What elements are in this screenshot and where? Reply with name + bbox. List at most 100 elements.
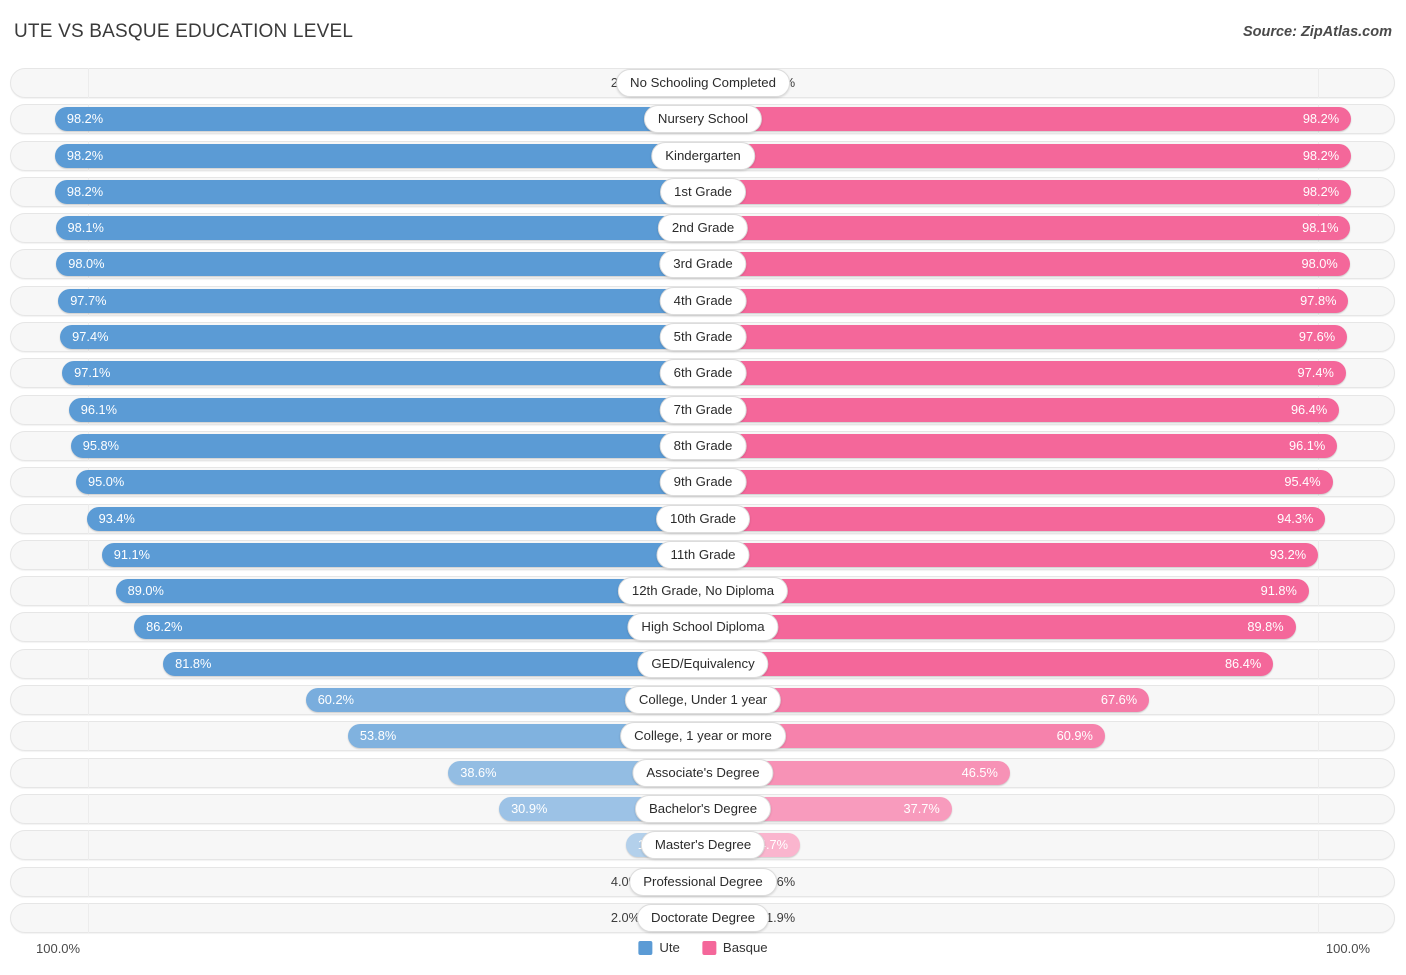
basque-value-label: 98.1% bbox=[1302, 220, 1339, 236]
basque-half: 98.1% bbox=[703, 216, 1396, 241]
basque-value-label: 86.4% bbox=[1224, 655, 1262, 671]
chart-page: UTE VS BASQUE EDUCATION LEVEL Source: Zi… bbox=[0, 0, 1406, 975]
ute-value-label: 98.0% bbox=[68, 256, 105, 272]
ute-bar: 98.2% bbox=[54, 107, 703, 132]
ute-value-label: 81.8% bbox=[175, 655, 212, 671]
bar-rows-container: 2.3%1.8%No Schooling Completed98.2%98.2%… bbox=[0, 68, 1406, 939]
basque-value-label: 94.3% bbox=[1277, 510, 1314, 526]
basque-half: 89.8% bbox=[703, 615, 1396, 640]
ute-half: 98.2% bbox=[10, 143, 703, 168]
bar-row: 97.7% 97.8% 4th Grade bbox=[0, 285, 1406, 316]
bar-row: 2.0% 1.9% Doctorate Degree bbox=[0, 902, 1406, 933]
ute-half: 97.7% bbox=[10, 288, 703, 313]
ute-value-label: 38.6% bbox=[460, 764, 497, 780]
ute-bar: 95.0% bbox=[76, 470, 703, 495]
bar-row: 53.8% 60.9% College, 1 year or more bbox=[0, 721, 1406, 752]
bar-row: 98.2% 98.2% 1st Grade bbox=[0, 176, 1406, 207]
ute-half: 11.7% bbox=[10, 833, 703, 858]
ute-bar: 97.4% bbox=[60, 325, 703, 350]
basque-value-label: 91.8% bbox=[1260, 583, 1297, 599]
basque-bar: 94.3% bbox=[703, 506, 1326, 531]
bar-row: 98.0% 98.0% 3rd Grade bbox=[0, 249, 1406, 280]
category-label: Doctorate Degree bbox=[636, 903, 770, 932]
legend-label: Basque bbox=[722, 940, 768, 955]
ute-bar: 97.7% bbox=[58, 288, 703, 313]
basque-value-label: 67.6% bbox=[1100, 692, 1138, 708]
basque-bar: 91.8% bbox=[703, 579, 1309, 604]
ute-bar: 86.2% bbox=[134, 615, 703, 640]
ute-half: 60.2% bbox=[10, 688, 703, 713]
basque-half: 96.1% bbox=[703, 433, 1396, 458]
ute-value-label: 30.9% bbox=[511, 800, 548, 816]
basque-half: 37.7% bbox=[703, 796, 1396, 821]
bar-row: 4.0% 4.6% Professional Degree bbox=[0, 866, 1406, 897]
legend-item[interactable]: Ute bbox=[638, 940, 680, 955]
category-label: 11th Grade bbox=[656, 540, 750, 569]
ute-value-label: 95.8% bbox=[82, 437, 120, 453]
ute-value-label: 60.2% bbox=[317, 692, 354, 708]
basque-half: 67.6% bbox=[703, 688, 1396, 713]
ute-bar: 98.2% bbox=[54, 179, 703, 204]
chart-header: UTE VS BASQUE EDUCATION LEVEL Source: Zi… bbox=[0, 0, 1406, 56]
bar-row: 2.3%1.8%No Schooling Completed bbox=[0, 68, 1406, 98]
basque-value-label: 60.9% bbox=[1056, 728, 1093, 744]
category-label: 3rd Grade bbox=[659, 250, 747, 279]
bar-row: 11.7%14.7%Master's Degree bbox=[0, 830, 1406, 861]
ute-half: 97.1% bbox=[10, 361, 703, 386]
ute-bar: 98.0% bbox=[56, 252, 703, 277]
basque-half: 95.4% bbox=[703, 470, 1396, 495]
axis-label-right: 100.0% bbox=[1325, 941, 1370, 956]
bar-row: 98.2% 98.2% Kindergarten bbox=[0, 140, 1406, 171]
basque-half: 94.3% bbox=[703, 506, 1396, 531]
bar-row: 96.1% 96.4% 7th Grade bbox=[0, 394, 1406, 425]
basque-bar: 93.2% bbox=[703, 542, 1319, 567]
bar-row: 95.0% 95.4% 9th Grade bbox=[0, 467, 1406, 498]
basque-value-label: 97.6% bbox=[1298, 329, 1336, 345]
bar-row: 89.0% 91.8% 12th Grade, No Diploma bbox=[0, 576, 1406, 607]
bar-row: 97.1% 97.4% 6th Grade bbox=[0, 358, 1406, 389]
ute-half: 98.2% bbox=[10, 179, 703, 204]
basque-half: 14.7% bbox=[703, 833, 1396, 858]
ute-value-label: 97.4% bbox=[72, 329, 109, 345]
basque-bar: 95.4% bbox=[703, 470, 1333, 495]
ute-half: 30.9% bbox=[10, 796, 703, 821]
basque-half: 91.8% bbox=[703, 579, 1396, 604]
basque-bar: 97.8% bbox=[703, 288, 1349, 313]
basque-half: 98.2% bbox=[703, 143, 1396, 168]
page-title: UTE VS BASQUE EDUCATION LEVEL bbox=[14, 21, 354, 42]
bar-row: 81.8% 86.4% GED/Equivalency bbox=[0, 648, 1406, 679]
category-label: Nursery School bbox=[643, 105, 763, 134]
bar-row: 95.8% 96.1% 8th Grade bbox=[0, 430, 1406, 461]
ute-value-label: 98.1% bbox=[67, 220, 104, 236]
basque-value-label: 96.4% bbox=[1290, 401, 1328, 417]
category-label: 7th Grade bbox=[659, 395, 747, 424]
category-label: 9th Grade bbox=[659, 468, 747, 497]
basque-half: 1.9% bbox=[703, 905, 1396, 930]
bar-row: 91.1% 93.2% 11th Grade bbox=[0, 539, 1406, 570]
basque-bar: 98.2% bbox=[703, 179, 1352, 204]
legend-swatch-icon bbox=[701, 940, 716, 955]
basque-value-label: 89.8% bbox=[1247, 619, 1284, 635]
basque-half: 96.4% bbox=[703, 397, 1396, 422]
category-label: High School Diploma bbox=[627, 613, 779, 642]
basque-half: 93.2% bbox=[703, 542, 1396, 567]
basque-value-label: 1.9% bbox=[766, 909, 796, 925]
ute-half: 91.1% bbox=[10, 542, 703, 567]
ute-half: 97.4% bbox=[10, 325, 703, 350]
legend-item[interactable]: Basque bbox=[701, 940, 768, 955]
ute-value-label: 86.2% bbox=[146, 619, 183, 635]
chart-legend: Ute Basque bbox=[638, 940, 768, 955]
basque-bar: 86.4% bbox=[703, 651, 1274, 676]
ute-half: 38.6% bbox=[10, 760, 703, 785]
category-label: GED/Equivalency bbox=[637, 649, 769, 678]
basque-half: 97.4% bbox=[703, 361, 1396, 386]
ute-half: 93.4% bbox=[10, 506, 703, 531]
basque-value-label: 95.4% bbox=[1284, 474, 1321, 490]
category-label: College, Under 1 year bbox=[624, 686, 782, 715]
category-label: 4th Grade bbox=[659, 286, 747, 315]
legend-label: Ute bbox=[659, 940, 680, 955]
ute-bar: 98.2% bbox=[54, 143, 703, 168]
ute-bar: 98.1% bbox=[55, 216, 703, 241]
legend-swatch-icon bbox=[638, 940, 653, 955]
category-label: Kindergarten bbox=[651, 141, 755, 170]
